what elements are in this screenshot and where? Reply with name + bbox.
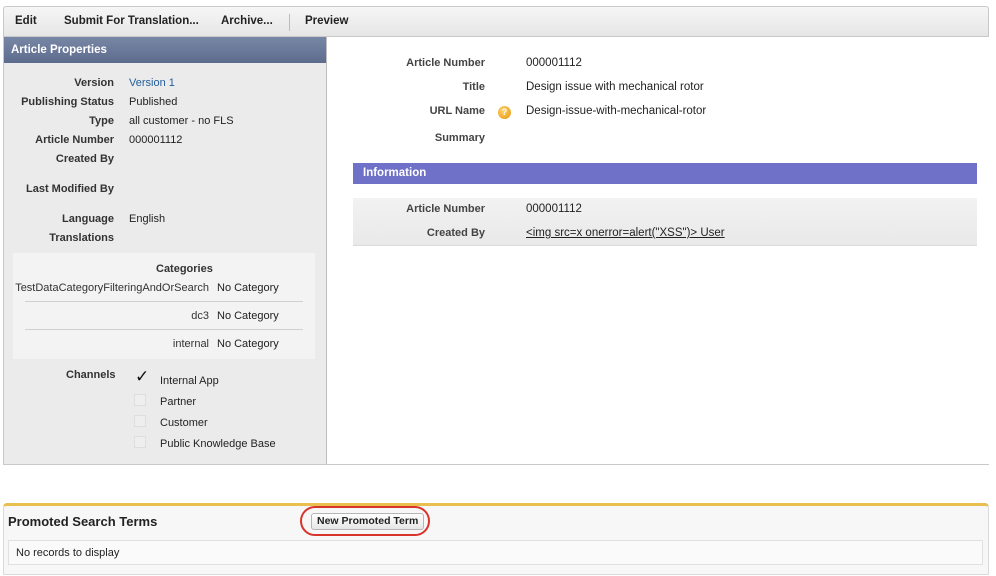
promoted-search-terms-title: Promoted Search Terms <box>8 514 158 529</box>
category-name: internal <box>172 338 209 350</box>
property-value: Published <box>129 96 178 108</box>
channels-label: Channels <box>66 369 116 381</box>
edit-button[interactable]: Edit <box>15 15 37 27</box>
property-translations: Translations <box>4 232 327 246</box>
field-label: Summary <box>434 132 485 144</box>
checkmark-icon[interactable] <box>134 367 149 387</box>
channel-customer: Customer <box>134 415 314 430</box>
article-properties-panel: Article Properties Version Version 1 Pub… <box>4 37 327 464</box>
property-label: Translations <box>49 232 114 244</box>
detail-url-name: URL Name ? Design-issue-with-mechanical-… <box>328 105 989 119</box>
category-divider <box>25 329 303 330</box>
property-label: Type <box>89 115 114 127</box>
detail-article-number: Article Number 000001112 <box>328 57 989 71</box>
channel-checkbox[interactable] <box>134 394 146 406</box>
channel-label: Partner <box>160 396 197 408</box>
preview-button[interactable]: Preview <box>305 15 348 27</box>
field-label: Title <box>462 81 485 93</box>
category-divider <box>25 301 303 302</box>
detail-summary: Summary <box>328 132 989 146</box>
property-label: Last Modified By <box>25 183 114 195</box>
channel-public-knowledge-base: Public Knowledge Base <box>134 436 314 451</box>
property-label: Created By <box>55 153 114 165</box>
field-value: 000001112 <box>526 203 582 215</box>
property-value: all customer - no FLS <box>129 115 234 127</box>
field-label: Article Number <box>406 57 485 69</box>
channel-label: Customer <box>160 417 208 429</box>
version-link[interactable]: Version 1 <box>129 77 175 89</box>
field-label: Created By <box>426 227 485 239</box>
property-label: Version <box>74 77 114 89</box>
archive-button[interactable]: Archive... <box>221 15 273 27</box>
category-row: dc3 No Category <box>25 310 303 324</box>
property-type: Type all customer - no FLS <box>4 115 327 129</box>
toolbar-divider <box>289 14 290 31</box>
property-created-by: Created By <box>4 153 327 167</box>
information-created-by: Created By <img src=x onerror=alert("XSS… <box>328 227 989 241</box>
categories-box: Categories TestDataCategoryFilteringAndO… <box>13 253 315 359</box>
field-label: URL Name <box>429 105 485 117</box>
new-promoted-term-button[interactable]: New Promoted Term <box>311 513 425 530</box>
property-language: Language English <box>4 213 327 227</box>
created-by-user-link[interactable]: <img src=x onerror=alert("XSS")> User <box>526 227 725 239</box>
category-row: TestDataCategoryFilteringAndOrSearch No … <box>15 282 303 296</box>
category-row: internal No Category <box>25 338 303 352</box>
submit-translation-button[interactable]: Submit For Translation... <box>64 15 199 27</box>
channel-checkbox[interactable] <box>134 436 146 448</box>
channel-internal-app: Internal App <box>134 367 314 388</box>
property-value: English <box>129 213 166 225</box>
help-icon[interactable]: ? <box>498 106 511 119</box>
promoted-search-terms-section: Promoted Search Terms New Promoted Term … <box>3 503 989 575</box>
detail-title: Title Design issue with mechanical rotor <box>328 81 989 95</box>
property-article-number: Article Number 000001112 <box>4 134 327 148</box>
article-title: Design issue with mechanical rotor <box>526 81 704 93</box>
property-last-modified-by: Last Modified By <box>4 183 327 197</box>
channel-checkbox[interactable] <box>134 415 146 427</box>
field-label: Article Number <box>406 203 485 215</box>
property-version: Version Version 1 <box>4 77 327 91</box>
property-label: Article Number <box>35 134 114 146</box>
channel-label: Public Knowledge Base <box>160 438 276 450</box>
field-value: 000001112 <box>526 57 582 69</box>
article-toolbar: Edit Submit For Translation... Archive..… <box>3 6 989 37</box>
property-label: Publishing Status <box>21 96 114 108</box>
channel-label: Internal App <box>160 375 219 387</box>
category-value: No Category <box>217 282 279 294</box>
article-detail-panel: Article Number 000001112 Title Design is… <box>328 37 989 464</box>
article-detail-frame: Article Properties Version Version 1 Pub… <box>3 37 989 465</box>
property-value: 000001112 <box>129 134 183 146</box>
information-article-number: Article Number 000001112 <box>328 203 989 217</box>
category-name: TestDataCategoryFilteringAndOrSearch <box>15 282 209 294</box>
no-records-message: No records to display <box>8 540 983 565</box>
category-value: No Category <box>217 310 279 322</box>
categories-title: Categories <box>156 263 213 275</box>
information-section-header: Information <box>353 163 977 184</box>
property-publishing-status: Publishing Status Published <box>4 96 327 110</box>
article-properties-header: Article Properties <box>4 37 326 63</box>
category-name: dc3 <box>191 310 209 322</box>
channel-partner: Partner <box>134 394 314 409</box>
category-value: No Category <box>217 338 279 350</box>
property-label: Language <box>62 213 114 225</box>
field-value: Design-issue-with-mechanical-rotor <box>526 105 707 117</box>
